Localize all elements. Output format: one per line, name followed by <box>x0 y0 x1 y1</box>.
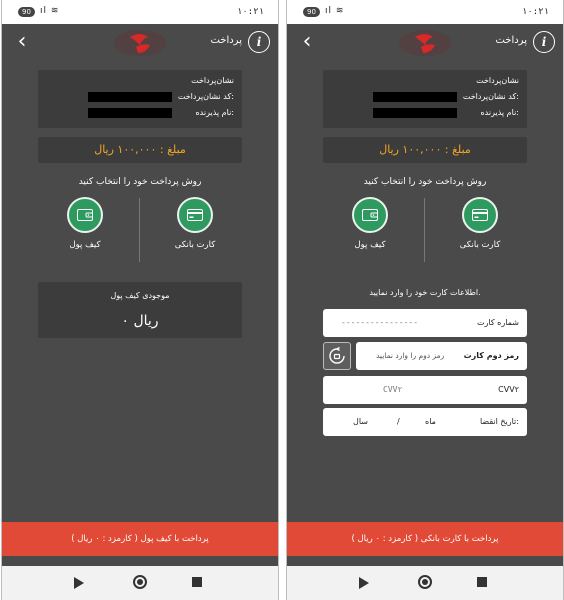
brand-logo <box>114 30 166 56</box>
card-icon <box>177 197 213 233</box>
back-arrow-icon[interactable]: ‹ <box>10 29 34 55</box>
amount-text: مبلغ : ۱۰۰,۰۰۰ ریال <box>379 143 471 156</box>
wallet-icon <box>67 197 103 233</box>
app-bar: ‹ پرداخت i <box>287 24 563 62</box>
expiry-month-input[interactable]: ماه <box>425 417 436 426</box>
method-card-button[interactable]: کارت بانکی <box>155 197 235 261</box>
wallet-icon <box>352 197 388 233</box>
signal-icon: ıl ≋ <box>40 6 60 16</box>
redacted-code <box>373 92 457 102</box>
choose-method-text: روش پرداخت خود را انتخاب کنید <box>78 177 202 187</box>
status-bar: 90 ıl ≋ ۱۰:۲۱ <box>287 0 563 24</box>
card-number-label: شماره کارت <box>476 318 519 327</box>
merchant-card: نشان‌پرداخت کد نشان‌پرداخت: نام پذیرنده: <box>38 70 242 128</box>
merchant-name-label: نام پذیرنده: <box>480 108 519 117</box>
method-wallet-label: کیف پول <box>354 240 386 250</box>
battery-indicator: 90 <box>303 7 320 17</box>
merchant-title: نشان‌پرداخت <box>476 76 519 85</box>
merchant-name-label: نام پذیرنده: <box>195 108 234 117</box>
nav-back-icon[interactable] <box>359 577 369 589</box>
system-nav-bar <box>287 566 563 600</box>
merchant-code-label: کد نشان‌پرداخت: <box>177 92 234 101</box>
expiry-separator: / <box>397 417 400 426</box>
method-card-label: کارت بانکی <box>174 240 216 250</box>
method-divider <box>139 198 140 262</box>
choose-method-text: روش پرداخت خود را انتخاب کنید <box>363 177 487 187</box>
back-arrow-icon[interactable]: ‹ <box>295 29 319 55</box>
cvv2-label: CVV۲ <box>498 385 519 394</box>
method-card-button[interactable]: کارت بانکی <box>440 197 520 261</box>
merchant-title: نشان‌پرداخت <box>191 76 234 85</box>
info-icon[interactable]: i <box>248 31 270 53</box>
info-icon[interactable]: i <box>533 31 555 53</box>
status-time: ۱۰:۲۱ <box>521 7 549 17</box>
second-pin-label: رمز دوم کارت <box>463 351 519 360</box>
request-otp-icon[interactable] <box>323 342 351 370</box>
wallet-balance-amount: ۰ ریال <box>121 313 159 329</box>
pay-card-label: پرداخت با کارت بانکی ( کارمزد : ۰ ریال ) <box>351 534 499 544</box>
app-bar: ‹ پرداخت i <box>2 24 278 62</box>
brand-logo <box>399 30 451 56</box>
redacted-name <box>373 108 457 118</box>
amount-card: مبلغ : ۱۰۰,۰۰۰ ریال <box>323 137 527 163</box>
expiry-date-field[interactable]: سال / ماه تاریخ انقضا: <box>323 408 527 436</box>
nav-back-icon[interactable] <box>74 577 84 589</box>
method-wallet-button[interactable]: کیف پول <box>330 197 410 261</box>
second-pin-placeholder: رمز دوم را وارد نمایید <box>376 351 445 360</box>
status-bar: 90 ıl ≋ ۱۰:۲۱ <box>2 0 278 24</box>
pay-wallet-button[interactable]: پرداخت با کیف پول ( کارمزد : ۰ ریال ) <box>2 522 278 556</box>
card-info-instruction: اطلاعات کارت خود را وارد نمایید. <box>369 288 481 297</box>
cvv2-placeholder: CVV۲ <box>383 385 403 394</box>
second-pin-field[interactable]: رمز دوم کارت رمز دوم را وارد نمایید <box>356 342 527 370</box>
card-number-field[interactable]: ---------------- شماره کارت <box>323 309 527 337</box>
expiry-label: تاریخ انقضا: <box>479 417 519 426</box>
cvv2-field[interactable]: CVV۲ CVV۲ <box>323 376 527 404</box>
page-title: پرداخت <box>210 35 242 46</box>
signal-icon: ıl ≋ <box>325 6 345 16</box>
method-divider <box>424 198 425 262</box>
nav-recents-icon[interactable] <box>477 577 487 587</box>
card-icon <box>462 197 498 233</box>
card-number-value: ---------------- <box>341 318 419 327</box>
method-wallet-button[interactable]: کیف پول <box>45 197 125 261</box>
merchant-code-label: کد نشان‌پرداخت: <box>462 92 519 101</box>
system-nav-bar <box>2 566 278 600</box>
page-title: پرداخت <box>495 35 527 46</box>
nav-recents-icon[interactable] <box>192 577 202 587</box>
right-screen: 90 ıl ≋ ۱۰:۲۱ ‹ پرداخت i نشان‌پرداخت کد … <box>287 0 563 600</box>
wallet-balance-title: موجودی کیف پول <box>110 291 170 300</box>
status-time: ۱۰:۲۱ <box>236 7 264 17</box>
merchant-card: نشان‌پرداخت کد نشان‌پرداخت: نام پذیرنده: <box>323 70 527 128</box>
pay-card-button[interactable]: پرداخت با کارت بانکی ( کارمزد : ۰ ریال ) <box>287 522 563 556</box>
amount-card: مبلغ : ۱۰۰,۰۰۰ ریال <box>38 137 242 163</box>
expiry-year-input[interactable]: سال <box>353 417 368 426</box>
method-wallet-label: کیف پول <box>69 240 101 250</box>
left-screen: 90 ıl ≋ ۱۰:۲۱ ‹ پرداخت i نشان‌پرداخت کد … <box>2 0 278 600</box>
pay-wallet-label: پرداخت با کیف پول ( کارمزد : ۰ ریال ) <box>71 534 209 544</box>
wallet-balance-card: موجودی کیف پول ۰ ریال <box>38 282 242 338</box>
nav-home-icon[interactable] <box>418 575 432 589</box>
redacted-name <box>88 108 172 118</box>
nav-home-icon[interactable] <box>133 575 147 589</box>
method-card-label: کارت بانکی <box>459 240 501 250</box>
battery-indicator: 90 <box>18 7 35 17</box>
amount-text: مبلغ : ۱۰۰,۰۰۰ ریال <box>94 143 186 156</box>
redacted-code <box>88 92 172 102</box>
